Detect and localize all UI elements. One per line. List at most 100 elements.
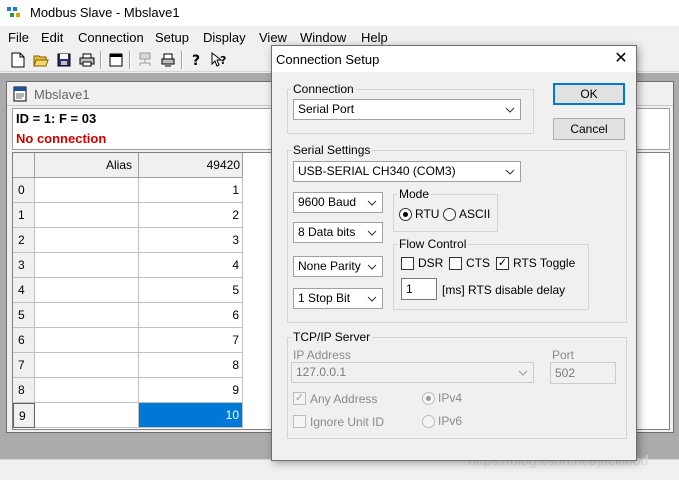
alias-cell[interactable] bbox=[35, 278, 139, 303]
toolbar-separator bbox=[129, 51, 131, 69]
ipv6-label: IPv6 bbox=[438, 414, 463, 428]
menu-edit[interactable]: Edit bbox=[41, 30, 63, 45]
ipv6-radio[interactable] bbox=[422, 415, 435, 428]
open-folder-icon[interactable] bbox=[32, 51, 50, 69]
svg-text:?: ? bbox=[220, 54, 226, 67]
connection-setup-dialog: Connection Setup ✕ Connection Serial Por… bbox=[271, 45, 637, 461]
menu-help[interactable]: Help bbox=[361, 30, 388, 45]
stop-bits-value: 1 Stop Bit bbox=[298, 291, 351, 305]
ascii-label: ASCII bbox=[459, 207, 491, 221]
dialog-title-bar: Connection Setup ✕ bbox=[272, 46, 636, 72]
ignore-unit-id-label: Ignore Unit ID bbox=[310, 415, 385, 429]
value-cell[interactable]: 2 bbox=[139, 203, 243, 228]
any-address-label: Any Address bbox=[310, 392, 378, 406]
tcp-ip-server-label: TCP/IP Server bbox=[291, 330, 373, 344]
toolbar-separator bbox=[181, 51, 183, 69]
print-icon[interactable] bbox=[78, 51, 96, 69]
connection-type-select[interactable]: Serial Port bbox=[293, 99, 521, 120]
window-icon[interactable] bbox=[107, 51, 125, 69]
toolbar-separator bbox=[100, 51, 102, 69]
row-number: 3 bbox=[13, 253, 35, 278]
modbus-app-icon bbox=[6, 5, 22, 21]
column-header-value[interactable]: 49420 bbox=[139, 153, 243, 178]
child-title: Mbslave1 bbox=[34, 87, 90, 102]
rts-toggle-checkbox[interactable]: ✓ bbox=[496, 257, 509, 270]
new-file-icon[interactable] bbox=[9, 51, 27, 69]
chevron-down-icon bbox=[365, 193, 379, 212]
any-address-checkbox[interactable]: ✓ bbox=[293, 392, 306, 405]
row-number: 2 bbox=[13, 228, 35, 253]
value-cell[interactable]: 3 bbox=[139, 228, 243, 253]
chevron-down-icon bbox=[365, 223, 379, 242]
close-icon[interactable]: ✕ bbox=[608, 48, 634, 70]
row-number: 4 bbox=[13, 278, 35, 303]
alias-cell[interactable] bbox=[35, 403, 139, 428]
column-header-alias[interactable]: Alias bbox=[35, 153, 139, 178]
menu-display[interactable]: Display bbox=[203, 30, 246, 45]
value-cell[interactable]: 7 bbox=[139, 328, 243, 353]
serial-settings-label: Serial Settings bbox=[291, 143, 373, 157]
chevron-down-icon bbox=[365, 289, 379, 308]
chevron-down-icon bbox=[503, 100, 517, 119]
baud-rate-value: 9600 Baud bbox=[298, 195, 357, 209]
ip-address-label: IP Address bbox=[293, 348, 351, 362]
rtu-label: RTU bbox=[415, 207, 440, 221]
rtu-radio[interactable] bbox=[399, 208, 412, 221]
value-cell[interactable]: 5 bbox=[139, 278, 243, 303]
value-cell[interactable]: 6 bbox=[139, 303, 243, 328]
ip-address-select[interactable]: 127.0.0.1 bbox=[291, 362, 534, 383]
ipv4-radio[interactable] bbox=[422, 392, 435, 405]
data-bits-select[interactable]: 8 Data bits bbox=[293, 222, 383, 243]
port-input[interactable]: 502 bbox=[550, 362, 616, 384]
value-cell[interactable]: 8 bbox=[139, 353, 243, 378]
ip-address-value: 127.0.0.1 bbox=[296, 365, 347, 379]
alias-cell[interactable] bbox=[35, 378, 139, 403]
rts-delay-input[interactable]: 1 bbox=[401, 278, 437, 300]
menu-view[interactable]: View bbox=[259, 30, 287, 45]
alias-cell[interactable] bbox=[35, 228, 139, 253]
svg-text:?: ? bbox=[192, 53, 200, 68]
baud-rate-select[interactable]: 9600 Baud bbox=[293, 192, 383, 213]
ascii-radio[interactable] bbox=[443, 208, 456, 221]
serial-port-select[interactable]: USB-SERIAL CH340 (COM3) bbox=[293, 161, 521, 182]
alias-cell[interactable] bbox=[35, 203, 139, 228]
alias-cell[interactable] bbox=[35, 353, 139, 378]
mode-group-label: Mode bbox=[397, 187, 432, 201]
parity-value: None Parity bbox=[298, 259, 361, 273]
value-cell[interactable]: 4 bbox=[139, 253, 243, 278]
context-help-icon[interactable]: ? bbox=[211, 51, 229, 69]
alias-cell[interactable] bbox=[35, 303, 139, 328]
alias-cell[interactable] bbox=[35, 253, 139, 278]
menu-connection[interactable]: Connection bbox=[78, 30, 144, 45]
slave-id-function: ID = 1: F = 03 bbox=[16, 111, 97, 126]
alias-cell[interactable] bbox=[35, 328, 139, 353]
menu-setup[interactable]: Setup bbox=[155, 30, 189, 45]
row-number: 1 bbox=[13, 203, 35, 228]
alias-cell[interactable] bbox=[35, 178, 139, 203]
connection-type-value: Serial Port bbox=[298, 102, 355, 116]
ipv4-label: IPv4 bbox=[438, 391, 463, 405]
printer-device-icon[interactable] bbox=[159, 51, 177, 69]
parity-select[interactable]: None Parity bbox=[293, 256, 383, 277]
connect-icon[interactable] bbox=[136, 51, 154, 69]
dsr-checkbox[interactable] bbox=[401, 257, 414, 270]
dialog-title: Connection Setup bbox=[276, 52, 380, 67]
cts-checkbox[interactable] bbox=[449, 257, 462, 270]
row-number: 6 bbox=[13, 328, 35, 353]
serial-port-value: USB-SERIAL CH340 (COM3) bbox=[298, 164, 456, 178]
ok-button[interactable]: OK bbox=[553, 83, 625, 105]
value-cell-selected[interactable]: 10 bbox=[139, 403, 243, 428]
value-cell[interactable]: 1 bbox=[139, 178, 243, 203]
stop-bits-select[interactable]: 1 Stop Bit bbox=[293, 288, 383, 309]
document-icon bbox=[12, 86, 28, 102]
flow-control-label: Flow Control bbox=[397, 237, 469, 251]
menu-window[interactable]: Window bbox=[300, 30, 346, 45]
port-label: Port bbox=[552, 348, 575, 362]
cancel-button[interactable]: Cancel bbox=[553, 118, 625, 140]
value-cell[interactable]: 9 bbox=[139, 378, 243, 403]
save-disk-icon[interactable] bbox=[55, 51, 73, 69]
menu-file[interactable]: File bbox=[8, 30, 29, 45]
app-title: Modbus Slave - Mbslave1 bbox=[30, 5, 180, 20]
help-question-icon[interactable]: ? bbox=[188, 51, 206, 69]
ignore-unit-id-checkbox[interactable] bbox=[293, 415, 306, 428]
